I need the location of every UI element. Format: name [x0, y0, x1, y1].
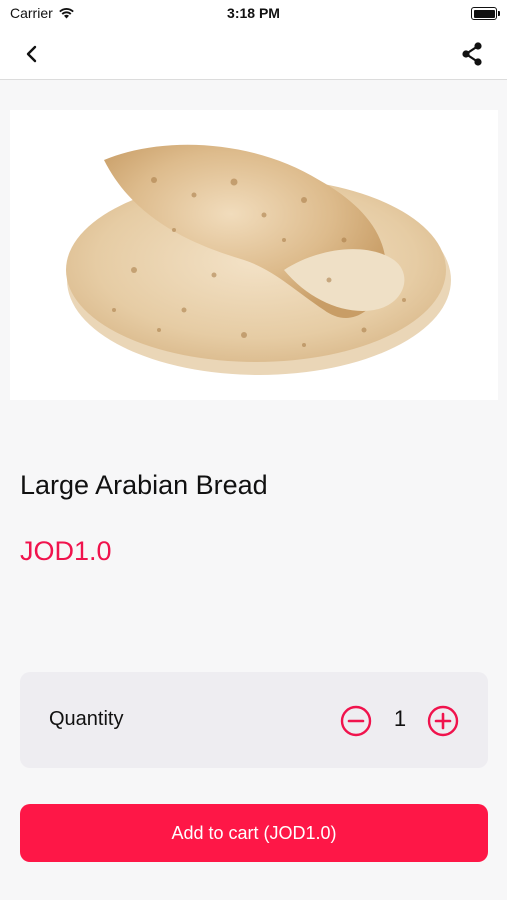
increase-quantity-button[interactable]: [427, 705, 459, 737]
chevron-left-icon: [26, 45, 37, 63]
product-image: [10, 110, 498, 400]
share-button[interactable]: [457, 39, 487, 69]
back-button[interactable]: [18, 40, 46, 68]
minus-circle-icon: [340, 705, 372, 737]
nav-bar: [0, 28, 507, 80]
plus-circle-icon: [427, 705, 459, 737]
status-bar: Carrier 3:18 PM: [0, 0, 507, 28]
share-icon: [462, 42, 482, 66]
quantity-selector: Quantity 1: [20, 672, 488, 768]
quantity-value: 1: [393, 706, 407, 731]
status-time: 3:18 PM: [227, 5, 280, 21]
quantity-label: Quantity: [49, 708, 124, 730]
bread-image: [66, 144, 451, 375]
battery-icon: [471, 7, 500, 20]
decrease-quantity-button[interactable]: [340, 705, 372, 737]
product-title: Large Arabian Bread: [20, 470, 268, 500]
add-to-cart-button[interactable]: Add to cart (JOD1.0): [20, 804, 488, 862]
product-price: JOD1.0: [20, 536, 112, 566]
